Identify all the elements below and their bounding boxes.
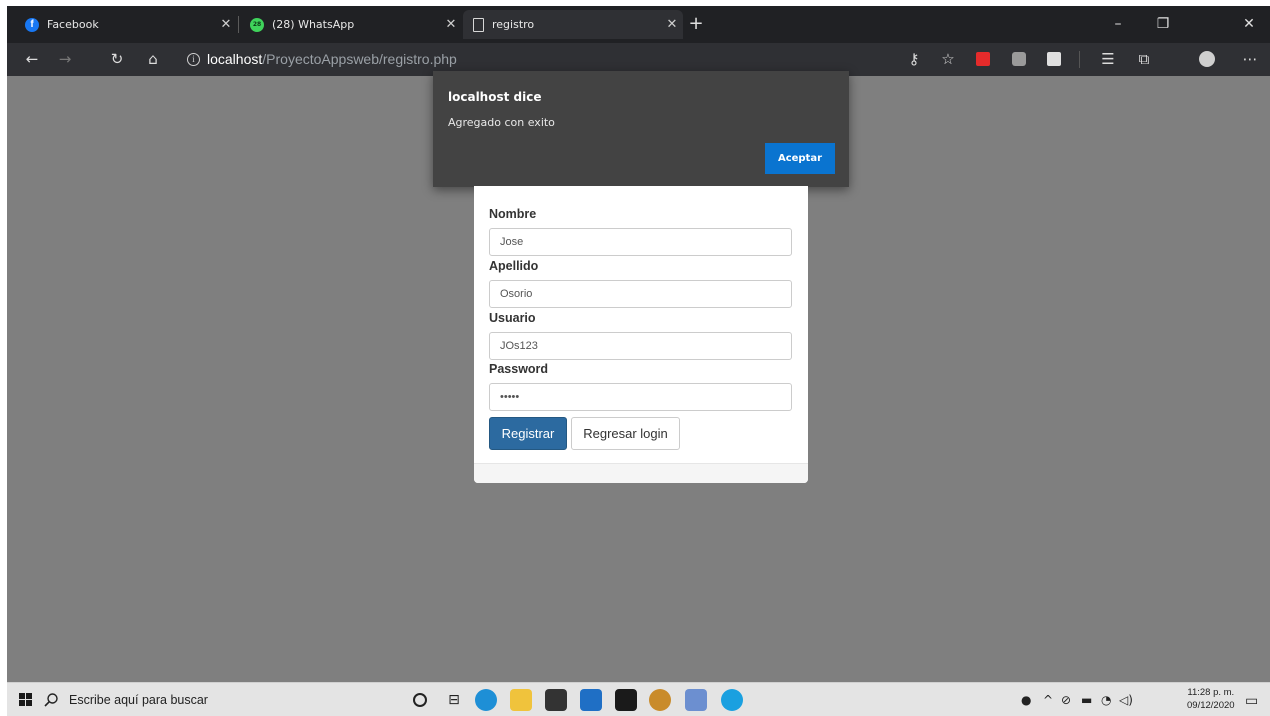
tab-whatsapp[interactable]: 28 (28) WhatsApp ✕ <box>240 10 462 39</box>
dialog-title: localhost dice <box>448 90 542 104</box>
tray-app-icon[interactable]: ● <box>1021 693 1031 707</box>
browser-app-icon[interactable] <box>721 689 743 711</box>
extension-shield-icon[interactable] <box>1047 52 1061 66</box>
close-window-button[interactable]: ✕ <box>1229 12 1269 36</box>
clock-time: 11:28 p. m. <box>1187 687 1235 698</box>
collections-icon[interactable]: ⧉ <box>1131 47 1157 71</box>
search-icon <box>44 693 58 707</box>
new-tab-button[interactable]: + <box>683 12 709 36</box>
restore-button[interactable]: ❐ <box>1143 12 1183 36</box>
favorite-star-icon[interactable]: ☆ <box>935 47 961 71</box>
page-icon <box>473 17 484 32</box>
nombre-input[interactable] <box>489 228 792 256</box>
taskbar: Escribe aquí para buscar ⊟ ● ^ ⊘ ▬ ◔ ◁) … <box>7 682 1270 716</box>
dialog-message: Agregado con exito <box>448 116 555 129</box>
field-label-nombre: Nombre <box>489 207 537 221</box>
clock-date: 09/12/2020 <box>1187 700 1235 711</box>
key-icon[interactable]: ⚷ <box>901 47 927 71</box>
field-label-usuario: Usuario <box>489 311 536 325</box>
close-icon[interactable]: ✕ <box>661 17 683 32</box>
refresh-button[interactable]: ↻ <box>104 47 130 71</box>
url-field[interactable]: localhost/ProyectoAppsweb/registro.php <box>207 51 457 67</box>
battery-icon[interactable]: ▬ <box>1081 693 1092 707</box>
search-placeholder: Escribe aquí para buscar <box>69 693 208 707</box>
browser-window: f Facebook ✕ 28 (28) WhatsApp ✕ registro… <box>7 6 1270 716</box>
home-button[interactable]: ⌂ <box>140 47 166 71</box>
tab-facebook[interactable]: f Facebook ✕ <box>15 10 237 39</box>
system-clock[interactable]: 11:28 p. m. 09/12/2020 <box>1187 686 1235 712</box>
back-button[interactable]: ← <box>19 47 45 71</box>
edge-icon[interactable] <box>475 689 497 711</box>
card-footer <box>474 463 808 483</box>
field-label-apellido: Apellido <box>489 259 539 273</box>
minimize-button[interactable]: – <box>1098 12 1138 36</box>
wifi-icon[interactable]: ◔ <box>1101 693 1111 707</box>
registration-form: Nombre Apellido Usuario Password Registr… <box>474 186 808 483</box>
close-icon[interactable]: ✕ <box>215 17 237 32</box>
whatsapp-icon: 28 <box>250 17 264 32</box>
profile-avatar[interactable] <box>1199 51 1215 67</box>
favorites-icon[interactable]: ☰ <box>1095 47 1121 71</box>
notifications-icon[interactable]: ▭ <box>1245 693 1258 709</box>
app-icon[interactable] <box>685 689 707 711</box>
accept-button[interactable]: Aceptar <box>765 143 835 174</box>
alert-dialog: localhost dice Agregado con exito Acepta… <box>433 71 849 187</box>
task-view-icon[interactable]: ⊟ <box>443 689 465 711</box>
toolbar-divider <box>1079 51 1080 68</box>
info-icon[interactable]: i <box>187 53 200 66</box>
forward-button[interactable]: → <box>52 47 78 71</box>
volume-icon[interactable]: ◁) <box>1119 693 1133 707</box>
close-icon[interactable]: ✕ <box>440 17 462 32</box>
field-label-password: Password <box>489 362 549 376</box>
facebook-icon: f <box>25 17 39 32</box>
netflix-icon[interactable] <box>615 689 637 711</box>
extension-tp-icon[interactable] <box>976 52 990 66</box>
tab-title: (28) WhatsApp <box>272 18 355 31</box>
windows-start-icon[interactable] <box>11 687 41 713</box>
back-to-login-button[interactable]: Regresar login <box>571 417 680 450</box>
network-icon[interactable]: ⊘ <box>1061 693 1071 707</box>
tab-title: Facebook <box>47 18 99 31</box>
taskbar-search[interactable]: Escribe aquí para buscar <box>43 685 383 715</box>
tab-registro[interactable]: registro ✕ <box>463 10 683 39</box>
apellido-input[interactable] <box>489 280 792 308</box>
store-icon[interactable] <box>545 689 567 711</box>
url-path: /ProyectoAppsweb/registro.php <box>262 51 457 67</box>
more-menu-icon[interactable]: ⋯ <box>1237 47 1263 71</box>
url-host: localhost <box>207 51 263 67</box>
extension-icon[interactable] <box>1012 52 1026 66</box>
game-icon[interactable] <box>649 689 671 711</box>
chevron-up-icon[interactable]: ^ <box>1043 693 1053 707</box>
tab-title: registro <box>492 18 535 31</box>
cortana-icon[interactable] <box>413 693 427 707</box>
usuario-input[interactable] <box>489 332 792 360</box>
register-button[interactable]: Registrar <box>489 417 567 450</box>
password-input[interactable] <box>489 383 792 411</box>
mail-icon[interactable] <box>580 689 602 711</box>
tab-strip: f Facebook ✕ 28 (28) WhatsApp ✕ registro… <box>7 6 1270 43</box>
tab-divider <box>238 16 239 33</box>
file-explorer-icon[interactable] <box>510 689 532 711</box>
